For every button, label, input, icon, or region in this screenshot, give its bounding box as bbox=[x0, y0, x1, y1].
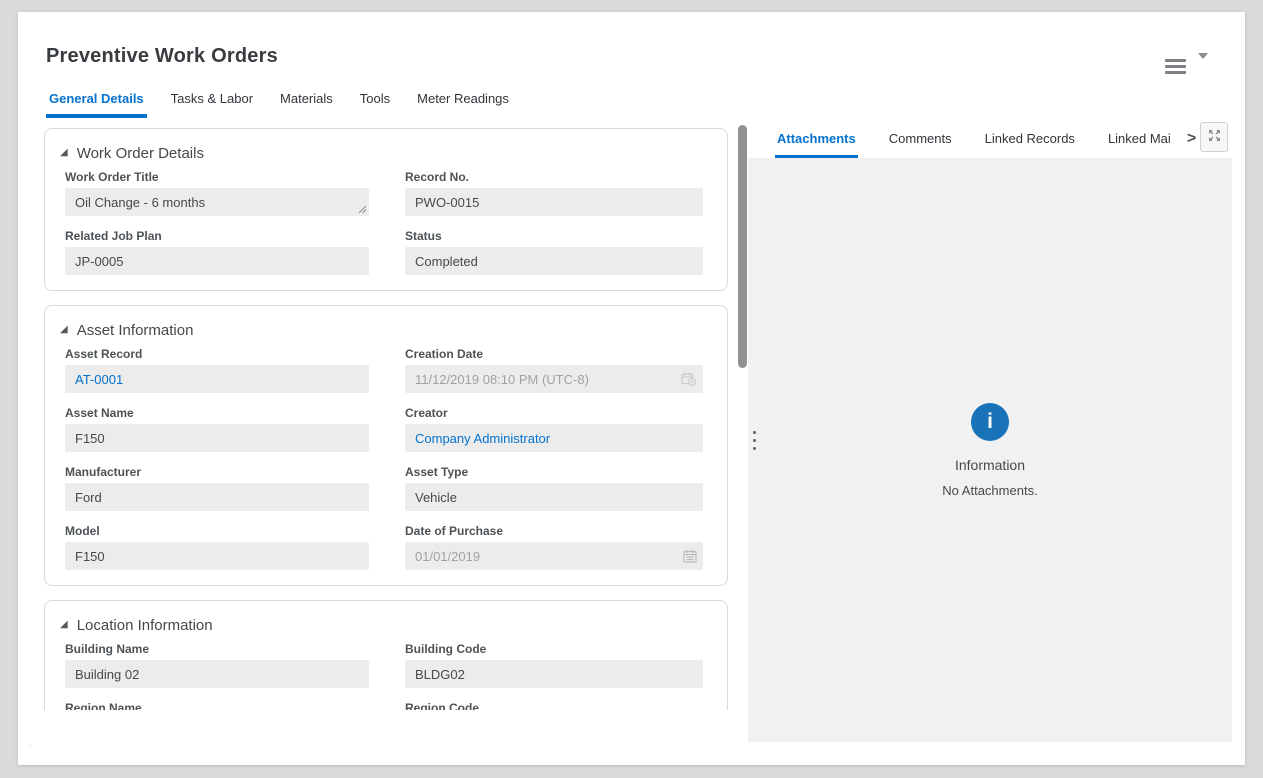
collapse-triangle-icon: ◢ bbox=[60, 148, 68, 158]
asset-type-input[interactable]: Vehicle bbox=[405, 483, 703, 511]
screen: Preventive Work Orders General Details T… bbox=[0, 0, 1263, 778]
date-of-purchase-input[interactable]: 01/01/2019 bbox=[405, 542, 703, 570]
empty-state-message: No Attachments. bbox=[942, 483, 1037, 498]
section-asset-information: ◢ Asset Information Asset Record AT-0001… bbox=[44, 305, 728, 586]
field-region-code: Region Code R1 bbox=[405, 701, 703, 710]
side-panel-content: i Information No Attachments. bbox=[748, 158, 1232, 742]
field-building-name: Building Name Building 02 bbox=[65, 642, 369, 688]
asset-record-link[interactable]: AT-0001 bbox=[75, 372, 123, 387]
tab-attachments[interactable]: Attachments bbox=[775, 121, 858, 158]
tab-tools[interactable]: Tools bbox=[357, 91, 393, 118]
textarea-resize-icon[interactable] bbox=[358, 205, 367, 214]
menu-caret-button[interactable] bbox=[1196, 57, 1210, 76]
screen-artifact-dot: . bbox=[29, 738, 32, 749]
related-job-plan-input[interactable]: JP-0005 bbox=[65, 247, 369, 275]
tab-general-details[interactable]: General Details bbox=[46, 91, 147, 118]
asset-record-input[interactable]: AT-0001 bbox=[65, 365, 369, 393]
section-title: Work Order Details bbox=[77, 145, 204, 162]
section-location-information: ◢ Location Information Building Name Bui… bbox=[44, 600, 728, 710]
collapse-triangle-icon: ◢ bbox=[60, 620, 68, 630]
empty-state-title: Information bbox=[942, 457, 1037, 473]
field-grid: Building Name Building 02 Building Code … bbox=[65, 642, 708, 710]
field-grid: Asset Record AT-0001 Creation Date 11/12… bbox=[65, 347, 708, 570]
collapse-triangle-icon: ◢ bbox=[60, 325, 68, 335]
field-creation-date: Creation Date 11/12/2019 08:10 PM (UTC-8… bbox=[405, 347, 703, 393]
tab-meter-readings[interactable]: Meter Readings bbox=[414, 91, 512, 118]
field-status: Status Completed bbox=[405, 229, 703, 275]
page-title: Preventive Work Orders bbox=[46, 45, 278, 68]
field-related-job-plan: Related Job Plan JP-0005 bbox=[65, 229, 369, 275]
field-building-code: Building Code BLDG02 bbox=[405, 642, 703, 688]
expand-icon bbox=[1208, 129, 1221, 145]
section-header-location-information[interactable]: ◢ Location Information bbox=[60, 613, 708, 637]
expand-panel-button[interactable] bbox=[1200, 122, 1228, 152]
field-asset-type: Asset Type Vehicle bbox=[405, 465, 703, 511]
field-region-name: Region Name Region 1 bbox=[65, 701, 369, 710]
attachments-empty-state: i Information No Attachments. bbox=[942, 403, 1037, 498]
field-record-no: Record No. PWO-0015 bbox=[405, 170, 703, 216]
asset-name-input[interactable]: F150 bbox=[65, 424, 369, 452]
main-tab-bar: General Details Tasks & Labor Materials … bbox=[46, 91, 512, 118]
status-input[interactable]: Completed bbox=[405, 247, 703, 275]
section-header-asset-information[interactable]: ◢ Asset Information bbox=[60, 318, 708, 342]
building-code-input[interactable]: BLDG02 bbox=[405, 660, 703, 688]
info-icon: i bbox=[971, 403, 1009, 441]
panel-splitter-handle[interactable] bbox=[749, 421, 759, 459]
side-panel: Attachments Comments Linked Records Link… bbox=[748, 118, 1232, 742]
field-creator: Creator Company Administrator bbox=[405, 406, 703, 452]
hamburger-icon bbox=[1165, 59, 1186, 62]
tab-materials[interactable]: Materials bbox=[277, 91, 336, 118]
section-header-work-order-details[interactable]: ◢ Work Order Details bbox=[60, 141, 708, 165]
work-order-title-input[interactable]: Oil Change - 6 months bbox=[65, 188, 369, 216]
field-work-order-title: Work Order Title Oil Change - 6 months bbox=[65, 170, 369, 216]
model-input[interactable]: F150 bbox=[65, 542, 369, 570]
field-asset-name: Asset Name F150 bbox=[65, 406, 369, 452]
chevron-right-icon[interactable]: > bbox=[1183, 124, 1200, 158]
calendar-clock-icon bbox=[681, 372, 697, 387]
tab-comments[interactable]: Comments bbox=[887, 121, 954, 158]
manufacturer-input[interactable]: Ford bbox=[65, 483, 369, 511]
tab-linked-records[interactable]: Linked Records bbox=[983, 121, 1077, 158]
field-grid: Work Order Title Oil Change - 6 months R… bbox=[65, 170, 708, 275]
field-asset-record: Asset Record AT-0001 bbox=[65, 347, 369, 393]
chevron-down-icon bbox=[1198, 53, 1208, 74]
details-scroll-area: ◢ Work Order Details Work Order Title Oi… bbox=[35, 116, 749, 710]
app-window: Preventive Work Orders General Details T… bbox=[18, 12, 1245, 765]
tab-linked-mail[interactable]: Linked Mai bbox=[1106, 121, 1173, 158]
section-work-order-details: ◢ Work Order Details Work Order Title Oi… bbox=[44, 128, 728, 291]
calendar-icon bbox=[683, 549, 697, 563]
section-title: Asset Information bbox=[77, 322, 194, 339]
tab-tasks-labor[interactable]: Tasks & Labor bbox=[168, 91, 256, 118]
building-name-input[interactable]: Building 02 bbox=[65, 660, 369, 688]
record-no-input[interactable]: PWO-0015 bbox=[405, 188, 703, 216]
field-model: Model F150 bbox=[65, 524, 369, 570]
menu-button[interactable] bbox=[1165, 59, 1186, 74]
creator-input[interactable]: Company Administrator bbox=[405, 424, 703, 452]
creation-date-input[interactable]: 11/12/2019 08:10 PM (UTC-8) bbox=[405, 365, 703, 393]
header-actions bbox=[1165, 57, 1210, 76]
vertical-scrollbar[interactable] bbox=[738, 125, 747, 368]
side-panel-tab-bar: Attachments Comments Linked Records Link… bbox=[748, 118, 1232, 158]
section-title: Location Information bbox=[77, 617, 213, 634]
creator-link[interactable]: Company Administrator bbox=[415, 431, 550, 446]
field-manufacturer: Manufacturer Ford bbox=[65, 465, 369, 511]
field-date-of-purchase: Date of Purchase 01/01/2019 bbox=[405, 524, 703, 570]
drag-dots-icon bbox=[753, 431, 756, 434]
